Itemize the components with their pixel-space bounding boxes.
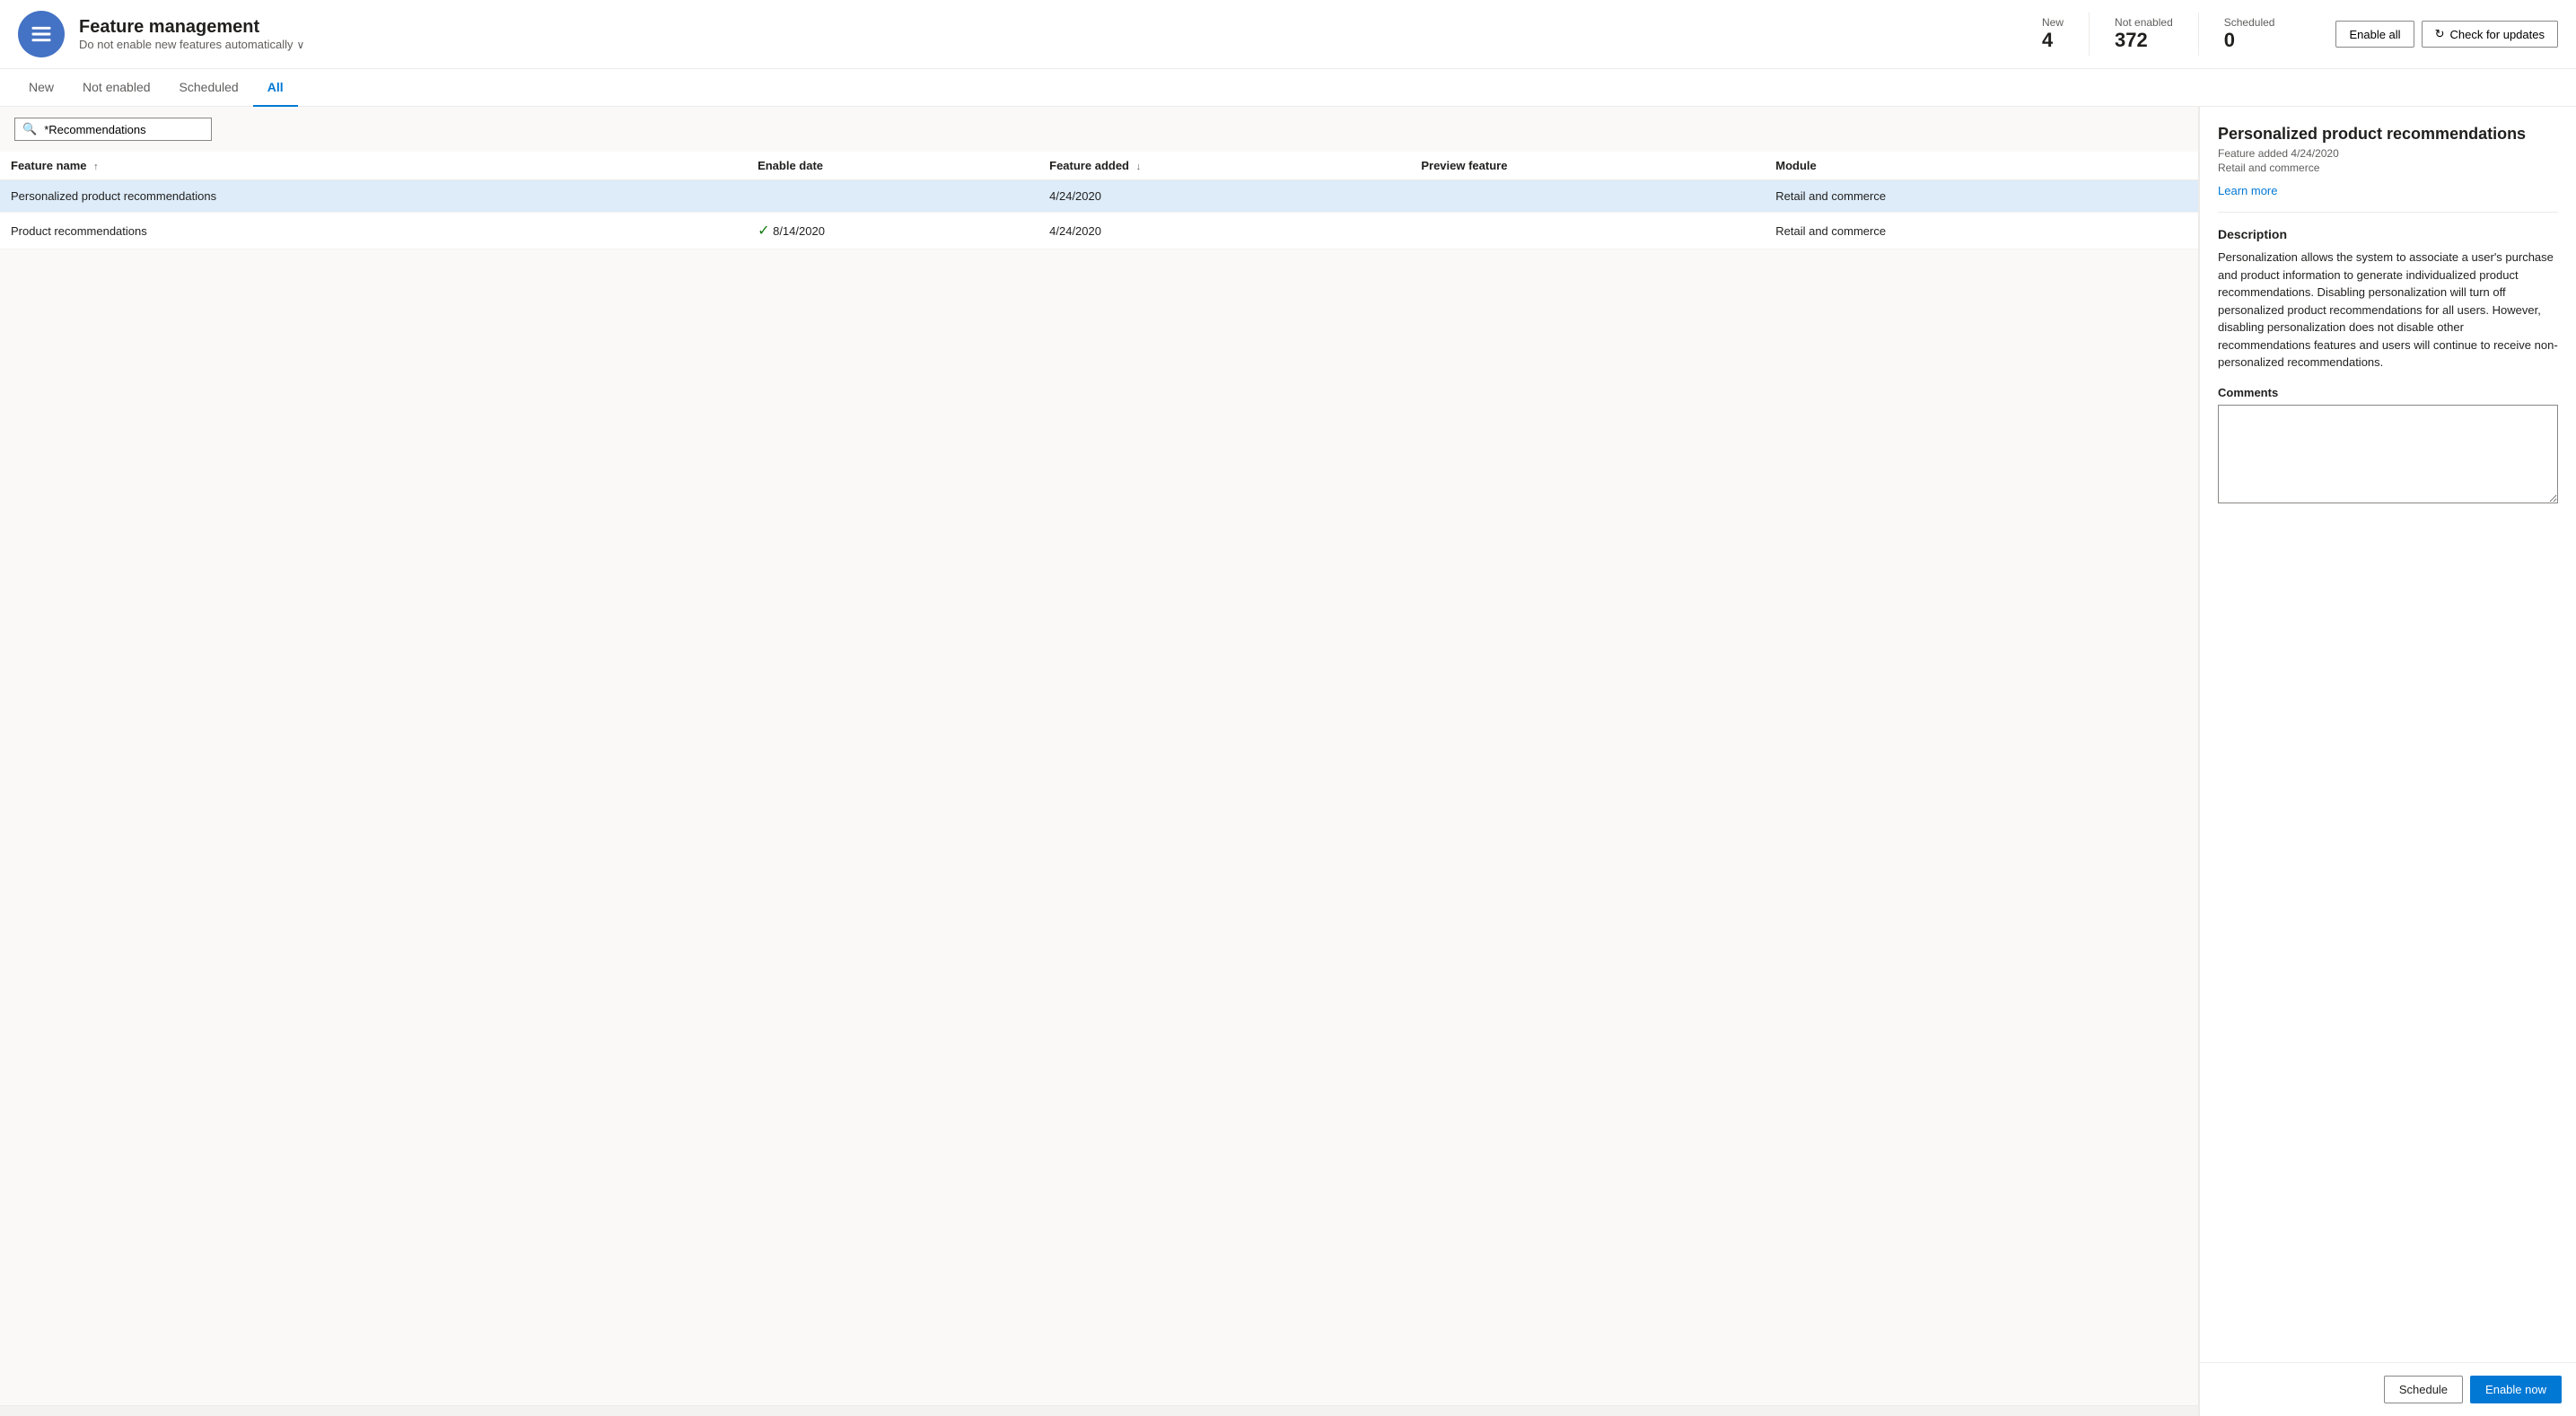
- cell-enable-date: ✓ 8/14/2020: [747, 213, 1038, 249]
- horizontal-scrollbar[interactable]: [0, 1405, 2198, 1416]
- enable-all-button[interactable]: Enable all: [2335, 21, 2414, 48]
- stat-not-enabled: Not enabled 372: [2090, 13, 2199, 56]
- page-header: Feature management Do not enable new fea…: [0, 0, 2576, 69]
- stat-scheduled: Scheduled 0: [2199, 13, 2300, 56]
- stat-new: New 4: [2017, 13, 2090, 56]
- app-logo: [18, 11, 65, 57]
- description-text: Personalization allows the system to ass…: [2218, 249, 2558, 371]
- table-header: Feature name ↑ Enable date Feature added…: [0, 152, 2198, 180]
- search-icon: 🔍: [22, 122, 37, 136]
- tab-all[interactable]: All: [253, 69, 298, 107]
- tab-not-enabled[interactable]: Not enabled: [68, 69, 165, 107]
- table-body: Personalized product recommendations 4/2…: [0, 180, 2198, 249]
- check-updates-button[interactable]: ↻ Check for updates: [2422, 21, 2558, 48]
- detail-content: Personalized product recommendations Fea…: [2200, 107, 2576, 1362]
- cell-enable-date: [747, 180, 1038, 213]
- col-feature-added-label: Feature added: [1049, 159, 1129, 172]
- stat-not-enabled-value: 372: [2115, 29, 2173, 52]
- learn-more-link[interactable]: Learn more: [2218, 184, 2277, 197]
- description-title: Description: [2218, 227, 2558, 241]
- col-enable-date[interactable]: Enable date: [747, 152, 1038, 180]
- enabled-check-icon: ✓: [758, 223, 769, 239]
- tab-scheduled[interactable]: Scheduled: [165, 69, 253, 107]
- col-preview-feature[interactable]: Preview feature: [1410, 152, 1765, 180]
- col-feature-name-label: Feature name: [11, 159, 87, 172]
- tab-not-enabled-label: Not enabled: [83, 80, 151, 94]
- check-updates-label: Check for updates: [2449, 28, 2545, 41]
- stat-not-enabled-label: Not enabled: [2115, 16, 2173, 29]
- tab-all-label: All: [267, 80, 284, 94]
- tab-new[interactable]: New: [14, 69, 68, 107]
- cell-feature-added: 4/24/2020: [1038, 213, 1410, 249]
- logo-icon: [29, 22, 54, 47]
- detail-divider: [2218, 212, 2558, 213]
- enable-now-button[interactable]: Enable now: [2470, 1376, 2562, 1403]
- detail-module: Retail and commerce: [2218, 162, 2558, 174]
- cell-preview-feature: [1410, 180, 1765, 213]
- subtitle-text: Do not enable new features automatically: [79, 38, 293, 51]
- col-feature-added[interactable]: Feature added ↓: [1038, 152, 1410, 180]
- search-wrapper: 🔍: [14, 118, 212, 141]
- detail-title: Personalized product recommendations: [2218, 125, 2558, 144]
- cell-feature-added: 4/24/2020: [1038, 180, 1410, 213]
- cell-module: Retail and commerce: [1765, 180, 2198, 213]
- tab-new-label: New: [29, 80, 54, 94]
- cell-feature-name: Personalized product recommendations: [0, 180, 747, 213]
- right-panel: Personalized product recommendations Fea…: [2199, 107, 2576, 1416]
- search-bar: 🔍: [0, 107, 2198, 152]
- table-row[interactable]: Product recommendations ✓ 8/14/2020 4/24…: [0, 213, 2198, 249]
- page-title: Feature management: [79, 17, 304, 38]
- tab-scheduled-label: Scheduled: [180, 80, 239, 94]
- cell-module: Retail and commerce: [1765, 213, 2198, 249]
- col-module[interactable]: Module: [1765, 152, 2198, 180]
- schedule-button[interactable]: Schedule: [2384, 1376, 2463, 1403]
- col-module-label: Module: [1775, 159, 1817, 172]
- col-preview-feature-label: Preview feature: [1421, 159, 1507, 172]
- comments-input[interactable]: [2218, 405, 2558, 503]
- cell-feature-name: Product recommendations: [0, 213, 747, 249]
- tabs-bar: New Not enabled Scheduled All: [0, 69, 2576, 107]
- title-block: Feature management Do not enable new fea…: [79, 17, 304, 51]
- sort-asc-icon: ↑: [93, 162, 99, 172]
- sort-desc-icon: ↓: [1136, 162, 1142, 172]
- chevron-down-icon: ∨: [296, 39, 304, 51]
- main-content: 🔍 Feature name ↑ Enable date: [0, 107, 2576, 1416]
- feature-table-container: Feature name ↑ Enable date Feature added…: [0, 152, 2198, 1405]
- refresh-icon: ↻: [2435, 27, 2445, 41]
- col-feature-name[interactable]: Feature name ↑: [0, 152, 747, 180]
- stat-new-label: New: [2042, 16, 2063, 29]
- stat-scheduled-label: Scheduled: [2224, 16, 2275, 29]
- left-panel: 🔍 Feature name ↑ Enable date: [0, 107, 2199, 1416]
- stats-block: New 4 Not enabled 372 Scheduled 0: [2017, 13, 2300, 56]
- stat-new-value: 4: [2042, 29, 2063, 52]
- stat-scheduled-value: 0: [2224, 29, 2275, 52]
- col-enable-date-label: Enable date: [758, 159, 823, 172]
- search-input[interactable]: [44, 123, 204, 136]
- detail-footer: Schedule Enable now: [2200, 1362, 2576, 1416]
- detail-feature-added: Feature added 4/24/2020: [2218, 147, 2558, 160]
- subtitle-dropdown[interactable]: Do not enable new features automatically…: [79, 38, 304, 51]
- table-row[interactable]: Personalized product recommendations 4/2…: [0, 180, 2198, 213]
- comments-label: Comments: [2218, 386, 2558, 399]
- header-actions: Enable all ↻ Check for updates: [2335, 21, 2558, 48]
- cell-preview-feature: [1410, 213, 1765, 249]
- feature-table: Feature name ↑ Enable date Feature added…: [0, 152, 2198, 249]
- enable-date-value: 8/14/2020: [773, 224, 825, 238]
